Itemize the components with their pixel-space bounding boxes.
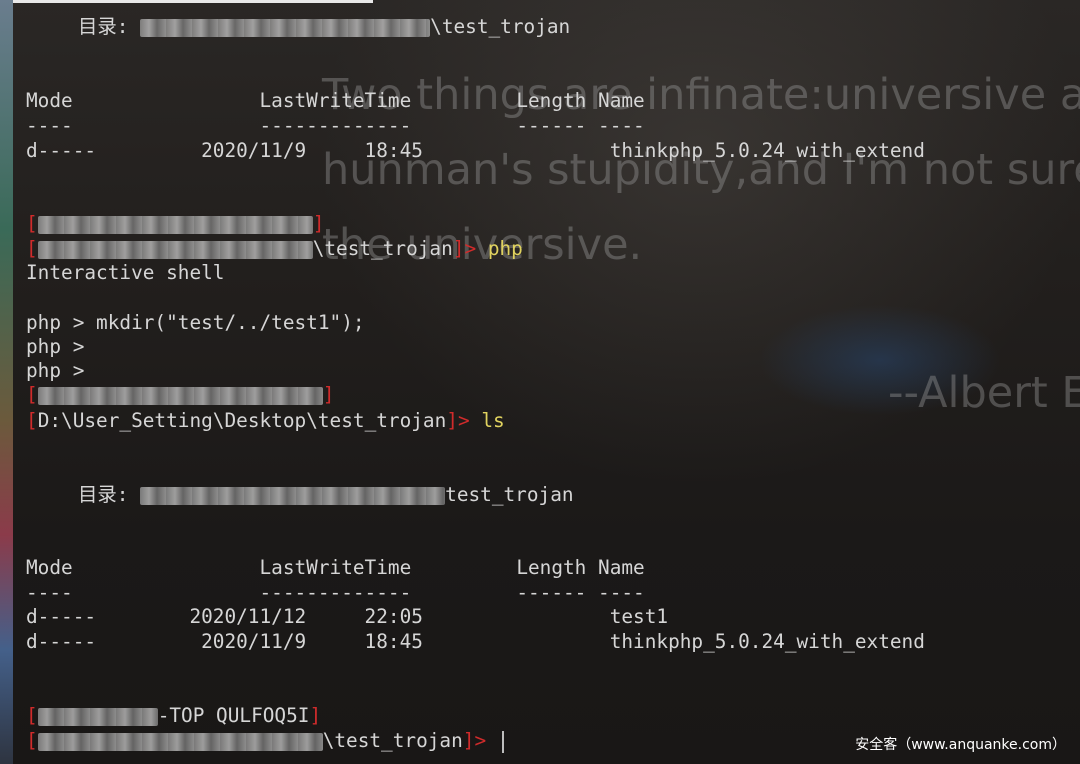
watermark-text: 安全客（www.anquanke.com） <box>855 737 1066 753</box>
prompt2-path-line: [D:\User_Setting\Desktop\test_trojan]> l… <box>26 409 505 432</box>
table1-row: d----- 2020/11/9 18:45 thinkphp_5.0.24_w… <box>26 139 925 162</box>
interactive-shell-text: Interactive shell <box>26 261 225 284</box>
prompt1-user-line: [] <box>26 212 325 235</box>
redacted-path <box>37 240 313 259</box>
redacted-user <box>37 215 313 234</box>
php-prompt-line: php > <box>26 359 85 382</box>
prompt1-path-line: [\test_trojan]> php <box>26 237 523 260</box>
redacted-user <box>37 707 158 726</box>
prompt3-user-line: [-TOP QULFOQ5I] <box>26 704 322 727</box>
redacted-path <box>140 18 431 37</box>
table1-underline: ---- ------------- ------ ---- <box>26 114 645 137</box>
table2-row: d----- 2020/11/9 18:45 thinkphp_5.0.24_w… <box>26 630 925 653</box>
prompt3-path-line[interactable]: [\test_trojan]> <box>26 728 504 754</box>
redacted-path <box>140 486 446 505</box>
redacted-path <box>37 732 323 751</box>
table1-header: Mode LastWriteTime Length Name <box>26 89 645 112</box>
prompt2-user-line: [] <box>26 383 335 406</box>
php-command-line: php > mkdir("test/../test1"); <box>26 311 365 334</box>
directory-line-2: 目录: test_trojan <box>78 483 574 506</box>
table2-header: Mode LastWriteTime Length Name <box>26 556 645 579</box>
text-cursor <box>501 730 504 753</box>
table2-row: d----- 2020/11/12 22:05 test1 <box>26 605 669 628</box>
table2-underline: ---- ------------- ------ ---- <box>26 581 645 604</box>
redacted-user <box>37 386 323 405</box>
directory-line-1: 目录: \test_trojan <box>78 15 571 38</box>
terminal-window[interactable]: 目录: \test_trojan Mode LastWriteTime Leng… <box>0 0 1080 764</box>
php-prompt-line: php > <box>26 335 85 358</box>
